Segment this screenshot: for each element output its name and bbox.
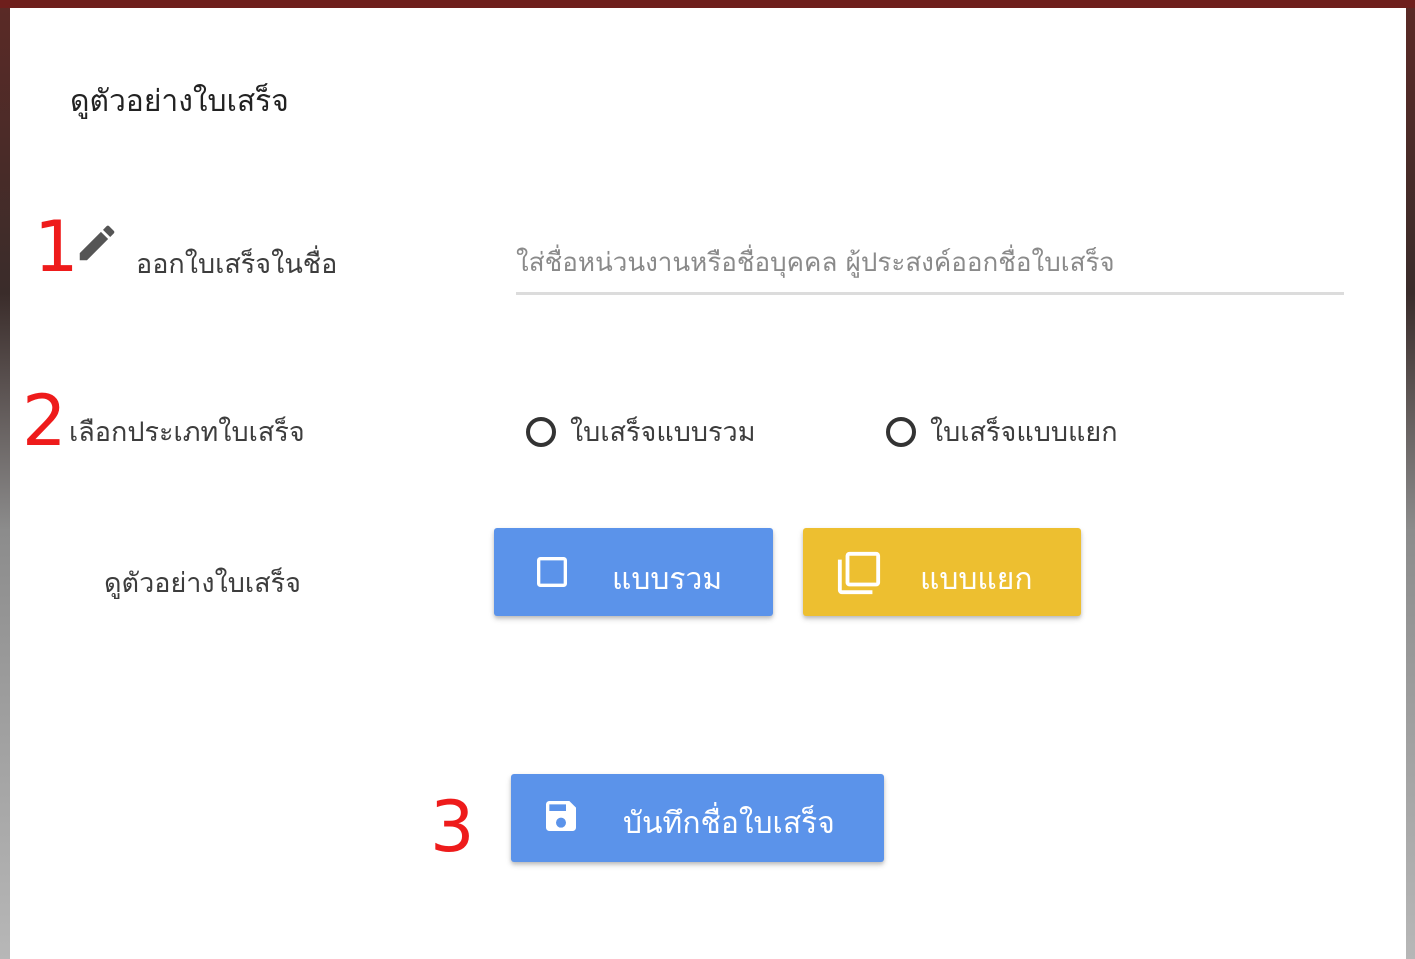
save-icon xyxy=(546,801,576,831)
radio-circle[interactable] xyxy=(526,416,556,447)
backdrop-left xyxy=(0,8,10,959)
receipt-name-label: ออกใบเสร็จในชื่อ xyxy=(136,249,338,280)
copy-icon xyxy=(837,551,881,595)
radio-label-combined: ใบเสร็จแบบรวม xyxy=(570,417,756,448)
pencil-icon xyxy=(79,225,115,261)
save-receipt-name-button[interactable]: บันทึกชื่อใบเสร็จ xyxy=(511,774,884,862)
step-number-2: 2 xyxy=(22,380,67,462)
radio-circle[interactable] xyxy=(886,416,916,447)
receipt-type-label: เลือกประเภทใบเสร็จ xyxy=(69,417,305,448)
backdrop xyxy=(0,0,1415,8)
radio-separate-receipt[interactable]: ใบเสร็จแบบแยก xyxy=(886,410,1118,453)
preview-separate-button[interactable]: แบบแยก xyxy=(803,528,1081,616)
preview-combined-button[interactable]: แบบรวม xyxy=(494,528,773,616)
step-number-3: 3 xyxy=(430,786,475,868)
preview-label: ดูตัวอย่างใบเสร็จ xyxy=(104,568,301,599)
receipt-preview-dialog: ดูตัวอย่างใบเสร็จ 1 ออกใบเสร็จในชื่อ 2 เ… xyxy=(10,8,1406,959)
step-number-1: 1 xyxy=(34,206,79,288)
backdrop-right xyxy=(1406,8,1415,959)
receipt-name-input[interactable] xyxy=(516,234,1344,295)
dialog-title: ดูตัวอย่างใบเสร็จ xyxy=(70,84,289,119)
save-button-label: บันทึกชื่อใบเสร็จ xyxy=(623,806,835,841)
radio-combined-receipt[interactable]: ใบเสร็จแบบรวม xyxy=(526,410,756,453)
radio-label-separate: ใบเสร็จแบบแยก xyxy=(930,417,1118,448)
square-outline-icon xyxy=(537,557,567,587)
preview-separate-label: แบบแยก xyxy=(920,562,1033,597)
preview-combined-label: แบบรวม xyxy=(612,562,723,597)
